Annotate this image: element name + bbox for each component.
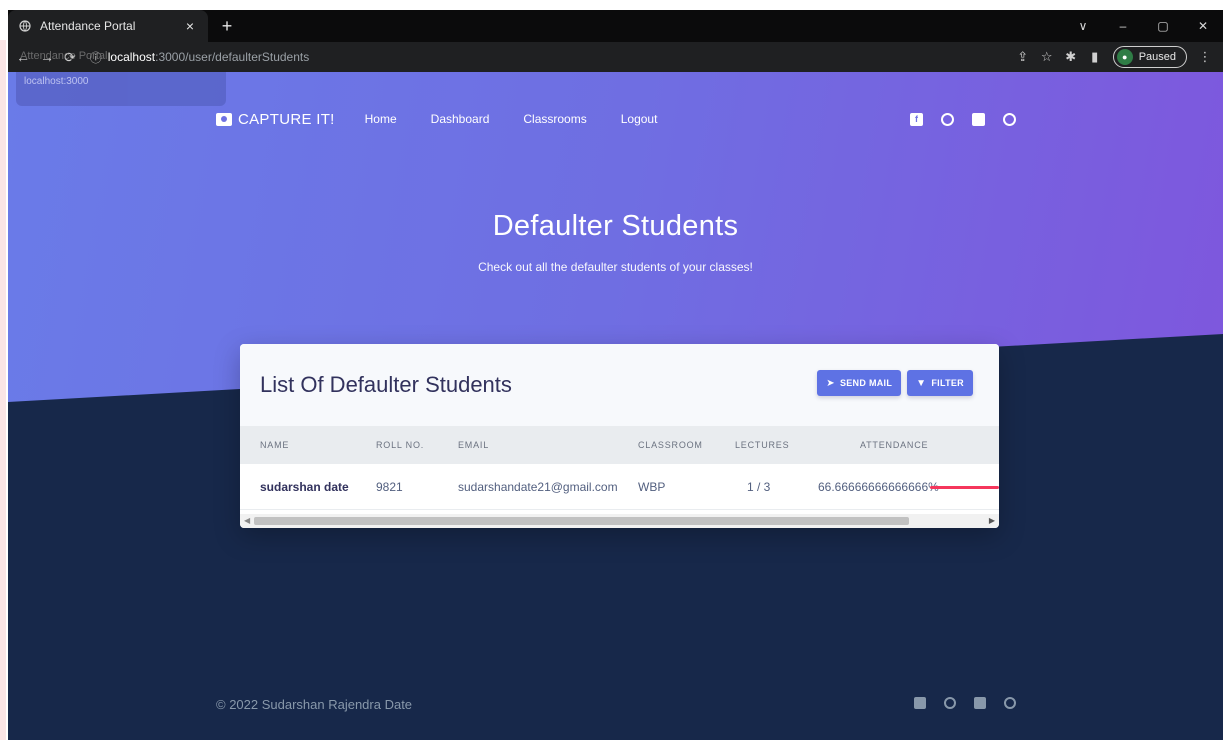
ghost-tab-title: Attendance Portal <box>20 50 108 62</box>
card-title: List Of Defaulter Students <box>260 372 512 397</box>
page-viewport: CAPTURE IT! Home Dashboard Classrooms Lo… <box>8 72 1223 740</box>
cell-classroom: WBP <box>638 479 666 494</box>
share-icon[interactable]: ⇪ <box>1011 49 1035 65</box>
address-bar-actions: ⇪ ☆ ✱ ▮ ● Paused ⋮ <box>1011 42 1217 72</box>
browser-tab[interactable]: Attendance Portal × <box>8 10 208 42</box>
footer-copyright: © 2022 Sudarshan Rajendra Date <box>216 696 413 712</box>
col-header-roll[interactable]: ROLL NO. <box>376 440 424 450</box>
page-title: Defaulter Students <box>492 210 739 242</box>
github-icon[interactable] <box>1003 112 1016 126</box>
nav-link-logout[interactable]: Logout <box>621 112 658 126</box>
edge-artifact <box>0 40 6 740</box>
url-field[interactable]: ⓘ localhost :3000/user/defaulterStudents <box>90 49 310 66</box>
avatar: ● <box>1116 49 1133 65</box>
tab-search-icon[interactable]: ∨ <box>1063 19 1103 33</box>
url-path: :3000/user/defaulterStudents <box>155 50 310 64</box>
new-tab-button[interactable]: + <box>216 15 238 37</box>
close-tab-icon[interactable]: × <box>182 18 198 34</box>
tooltip-text: localhost:3000 <box>24 76 89 87</box>
cell-name: sudarshan date <box>260 479 349 494</box>
send-icon: ➤ <box>826 377 835 389</box>
site-footer: © 2022 Sudarshan Rajendra Date <box>216 694 1016 714</box>
extensions-icon[interactable]: ✱ <box>1059 49 1083 65</box>
table-header: NAME ROLL NO. EMAIL CLASSROOM LECTURES A… <box>240 426 999 464</box>
site-navbar: CAPTURE IT! Home Dashboard Classrooms Lo… <box>216 104 1016 134</box>
nav-link-classrooms[interactable]: Classrooms <box>523 112 586 126</box>
attendance-progress-bar <box>930 486 999 489</box>
send-mail-button[interactable]: ➤ SEND MAIL <box>817 370 902 396</box>
col-header-attendance[interactable]: ATTENDANCE <box>860 440 928 450</box>
close-window-icon[interactable]: ✕ <box>1183 19 1223 33</box>
browser-window: Attendance Portal × + ∨ – ▢ ✕ Attendance… <box>8 10 1223 740</box>
github-icon[interactable] <box>1004 697 1016 709</box>
address-bar: Attendance Portal ← → ⟳ ⓘ localhost :300… <box>8 42 1223 72</box>
star-icon[interactable]: ☆ <box>1035 49 1059 65</box>
col-header-email[interactable]: EMAIL <box>458 440 489 450</box>
social-links: f <box>892 104 1016 134</box>
filter-label: FILTER <box>931 378 964 388</box>
profile-status: Paused <box>1138 51 1176 63</box>
brand-name: CAPTURE IT! <box>238 110 335 128</box>
twitter-icon[interactable] <box>974 697 986 709</box>
page-subtitle: Check out all the defaulter students of … <box>478 260 753 274</box>
globe-icon <box>18 19 32 33</box>
camera-icon <box>216 112 232 126</box>
defaulter-card: List Of Defaulter Students ➤ SEND MAIL ▼… <box>240 344 999 528</box>
window-controls: ∨ – ▢ ✕ <box>1063 10 1223 42</box>
horizontal-scrollbar[interactable]: ◀ ▶ <box>240 514 999 528</box>
table-row[interactable]: sudarshan date 9821 sudarshandate21@gmai… <box>240 464 999 510</box>
link-tooltip: localhost:3000 <box>16 72 226 106</box>
twitter-icon[interactable] <box>972 112 985 126</box>
restore-icon[interactable]: ▢ <box>1143 19 1183 33</box>
nav-link-dashboard[interactable]: Dashboard <box>431 112 490 126</box>
nav-link-home[interactable]: Home <box>365 112 397 126</box>
tab-bar: Attendance Portal × + ∨ – ▢ ✕ <box>8 10 1223 42</box>
sidepanel-icon[interactable]: ▮ <box>1083 49 1107 65</box>
tab-title: Attendance Portal <box>40 19 136 33</box>
minimize-icon[interactable]: – <box>1103 19 1143 33</box>
profile-button[interactable]: ● Paused <box>1112 46 1187 68</box>
menu-icon[interactable]: ⋮ <box>1193 49 1217 65</box>
url-host: localhost <box>107 50 156 64</box>
col-header-lectures[interactable]: LECTURES <box>735 440 789 450</box>
col-header-classroom[interactable]: CLASSROOM <box>638 440 703 450</box>
footer-social-links <box>896 697 1016 709</box>
scroll-left-icon[interactable]: ◀ <box>244 516 250 525</box>
scroll-right-icon[interactable]: ▶ <box>989 516 995 525</box>
filter-button[interactable]: ▼ FILTER <box>907 370 973 396</box>
card-actions: ➤ SEND MAIL ▼ FILTER <box>811 370 973 396</box>
instagram-icon[interactable] <box>941 112 954 126</box>
brand-link[interactable]: CAPTURE IT! <box>216 111 335 128</box>
cell-email: sudarshandate21@gmail.com <box>458 479 618 494</box>
send-mail-label: SEND MAIL <box>839 378 893 388</box>
cell-roll: 9821 <box>376 479 403 494</box>
cell-lectures: 1 / 3 <box>747 479 771 494</box>
filter-icon: ▼ <box>916 377 927 389</box>
facebook-icon[interactable]: f <box>910 112 923 126</box>
facebook-icon[interactable] <box>914 697 926 709</box>
col-header-name[interactable]: NAME <box>260 440 289 450</box>
card-header: List Of Defaulter Students ➤ SEND MAIL ▼… <box>240 344 999 426</box>
cell-attendance: 66.66666666666666% <box>818 479 939 494</box>
instagram-icon[interactable] <box>944 697 956 709</box>
scrollbar-thumb[interactable] <box>254 517 909 525</box>
